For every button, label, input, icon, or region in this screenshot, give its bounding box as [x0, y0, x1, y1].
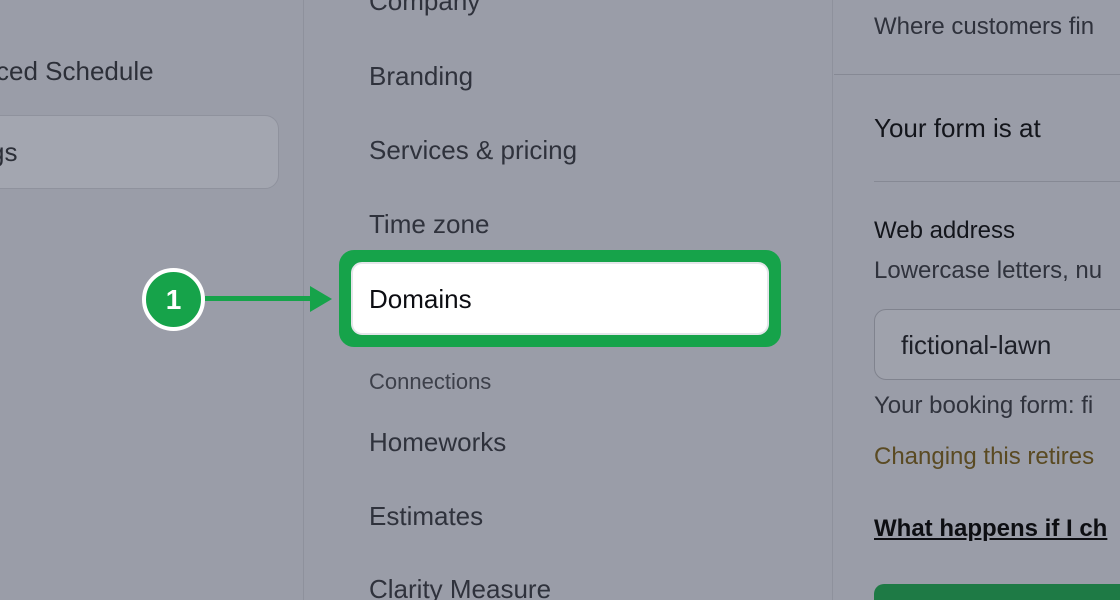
panel-divider — [834, 74, 1120, 75]
settings-nav-domains-label: Domains — [369, 284, 472, 314]
settings-nav-section-connections: Connections — [369, 369, 492, 394]
web-address-hint: Lowercase letters, nu — [874, 257, 1103, 284]
web-address-label: Web address — [874, 217, 1015, 244]
settings-nav: Company Branding Services & pricing Time… — [305, 0, 833, 600]
change-warning-text: Changing this retires — [874, 443, 1095, 470]
callout-step-badge: 1 — [142, 268, 205, 331]
app-window: ced Schedule gs Company Branding Service… — [0, 0, 1120, 600]
panel-intro-text: Where customers fin — [874, 13, 1095, 40]
booking-form-url-text: Your booking form: fi — [874, 392, 1094, 419]
sidebar-item-settings-active[interactable] — [0, 115, 279, 189]
section-divider — [874, 181, 1120, 182]
callout-arrow-head — [310, 286, 332, 312]
callout-arrow-line — [205, 296, 315, 301]
help-link[interactable]: What happens if I ch — [874, 515, 1107, 543]
sidebar-item-schedule[interactable]: ced Schedule — [0, 56, 154, 87]
settings-nav-branding[interactable]: Branding — [369, 61, 473, 92]
sidebar-item-settings-label: gs — [0, 137, 18, 167]
save-button[interactable] — [874, 584, 1120, 600]
settings-nav-services-pricing[interactable]: Services & pricing — [369, 135, 577, 166]
web-address-input[interactable]: fictional-lawn — [874, 309, 1120, 380]
settings-nav-company[interactable]: Company — [369, 0, 480, 17]
settings-nav-estimates[interactable]: Estimates — [369, 501, 483, 532]
domain-settings-panel: Where customers fin Your form is at Web … — [834, 0, 1120, 600]
form-location-heading: Your form is at — [874, 113, 1041, 143]
settings-nav-clarity-measure[interactable]: Clarity Measure — [369, 574, 551, 600]
web-address-input-value: fictional-lawn — [901, 330, 1052, 360]
settings-nav-homeworks[interactable]: Homeworks — [369, 427, 506, 458]
settings-nav-time-zone[interactable]: Time zone — [369, 209, 489, 240]
